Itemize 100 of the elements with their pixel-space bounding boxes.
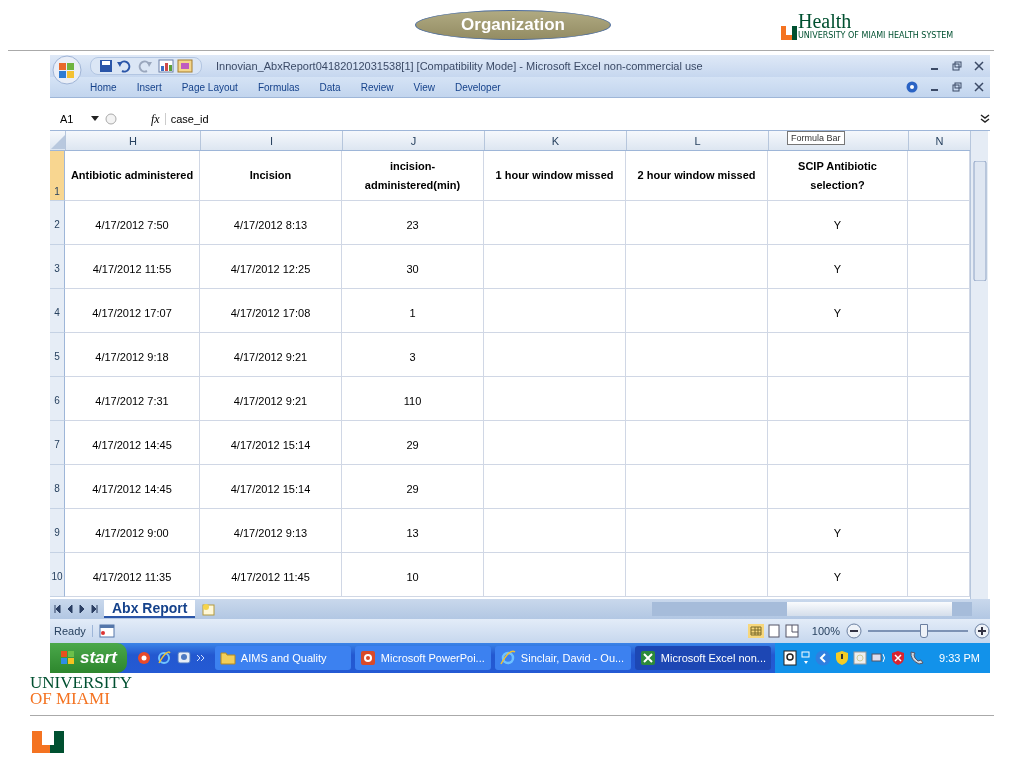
browser-icon xyxy=(499,650,516,666)
column-header[interactable]: J xyxy=(342,131,484,150)
horizontal-scrollbar[interactable] xyxy=(652,602,972,616)
table-cell: 4/17/2012 17:07 xyxy=(65,289,200,333)
fx-button[interactable]: fx xyxy=(151,111,160,127)
dropdown-arrow-icon[interactable] xyxy=(91,116,99,122)
row-header[interactable]: 5 xyxy=(50,333,65,377)
desktop-icon[interactable] xyxy=(176,651,191,665)
clock: 9:33 PM xyxy=(939,652,980,664)
logo-text: Health xyxy=(798,10,852,31)
row-header[interactable]: 1 xyxy=(50,151,65,201)
table-cell: 4/17/2012 7:50 xyxy=(65,201,200,245)
restore-icon[interactable] xyxy=(952,61,962,71)
table-cell: 4/17/2012 11:45 xyxy=(200,553,342,597)
sheet-tab[interactable]: Abx Report xyxy=(104,600,196,618)
picture-frame-icon[interactable] xyxy=(177,59,193,73)
header-cell: Incision xyxy=(200,151,342,201)
taskbar-button[interactable]: Sinclair, David - Ou... xyxy=(494,646,631,670)
sheet-nav-icon[interactable] xyxy=(54,604,98,614)
slider-thumb[interactable] xyxy=(920,624,928,638)
ribbon-tab[interactable]: View xyxy=(413,81,435,93)
ribbon-tab[interactable]: Data xyxy=(319,81,341,93)
expand-icon[interactable] xyxy=(980,114,990,124)
table-cell: 4/17/2012 9:21 xyxy=(200,333,342,377)
status-text: Ready xyxy=(54,625,93,637)
table-cell: Y xyxy=(768,289,908,333)
table-cell: 13 xyxy=(342,509,484,553)
table-cell: 4/17/2012 17:08 xyxy=(200,289,342,333)
ribbon-tab[interactable]: Review xyxy=(360,81,394,93)
scroll-thumb-icon[interactable] xyxy=(972,161,987,281)
browser-icon[interactable] xyxy=(156,651,171,665)
scroll-thumb[interactable] xyxy=(787,602,952,616)
page-break-view-icon[interactable] xyxy=(783,624,800,638)
windows-flag-icon xyxy=(60,650,76,666)
save-icon[interactable] xyxy=(99,59,113,73)
u-logo-icon xyxy=(781,25,797,40)
table-cell: 29 xyxy=(342,421,484,465)
page-layout-view-icon[interactable] xyxy=(765,624,782,638)
table-cell: Y xyxy=(768,509,908,553)
taskbar-button[interactable]: Microsoft PowerPoi... xyxy=(354,646,491,670)
row-header[interactable]: 4 xyxy=(50,289,65,333)
column-header[interactable]: H xyxy=(65,131,200,150)
table-cell: Y xyxy=(768,201,908,245)
table-cell: 4/17/2012 14:45 xyxy=(65,421,200,465)
network-icon[interactable] xyxy=(871,651,888,665)
header-cell: 2 hour window missed xyxy=(626,151,768,201)
zoom-in-icon[interactable] xyxy=(974,623,990,639)
taskbar-button[interactable]: AIMS and Quality xyxy=(214,646,351,670)
header-cell: 1 hour window missed xyxy=(484,151,626,201)
row-header[interactable]: 8 xyxy=(50,465,65,509)
table-cell: 4/17/2012 7:31 xyxy=(65,377,200,421)
slide-title: Organization xyxy=(415,10,611,40)
row-header[interactable]: 10 xyxy=(50,553,65,597)
ribbon-tab[interactable]: Formulas xyxy=(257,81,300,93)
scroll-knob-icon xyxy=(104,112,118,126)
table-cell: 110 xyxy=(342,377,484,421)
row-header[interactable]: 2 xyxy=(50,201,65,245)
column-header[interactable]: L xyxy=(626,131,768,150)
taskbar-button[interactable]: Microsoft Excel non... xyxy=(634,646,771,670)
row-header[interactable]: 6 xyxy=(50,377,65,421)
vertical-scrollbar[interactable] xyxy=(970,131,988,599)
chevron-icon[interactable] xyxy=(196,654,205,662)
phone-icon[interactable] xyxy=(909,650,926,666)
normal-view-icon[interactable] xyxy=(747,624,764,638)
security-shield-icon[interactable] xyxy=(891,650,906,666)
restore-icon[interactable] xyxy=(952,82,962,92)
header-cell: Antibiotic administered xyxy=(65,151,200,201)
row-header[interactable]: 3 xyxy=(50,245,65,289)
close-icon[interactable] xyxy=(974,82,984,92)
zoom-out-icon[interactable] xyxy=(846,623,862,639)
window-title: Innovian_AbxReport04182012031538[1] [Compatibility Mode] - Microsoft Excel non-commercial use xyxy=(216,60,704,72)
presentation-app-icon xyxy=(359,650,376,666)
table-cell: 10 xyxy=(342,553,484,597)
name-box[interactable]: A1 xyxy=(56,113,86,125)
formula-field[interactable]: case_id xyxy=(164,113,975,125)
row-header[interactable]: 9 xyxy=(50,509,65,553)
ribbon-tab[interactable]: Page Layout xyxy=(181,81,238,93)
table-cell: 3 xyxy=(342,333,484,377)
table-cell: 4/17/2012 11:35 xyxy=(65,553,200,597)
column-header[interactable]: I xyxy=(200,131,342,150)
zoom-level[interactable]: 100% xyxy=(811,625,840,637)
close-icon[interactable] xyxy=(974,61,984,71)
ribbon-tab[interactable]: Home xyxy=(90,81,117,93)
start-button[interactable]: start xyxy=(50,643,127,673)
column-header[interactable]: K xyxy=(484,131,626,150)
macro-record-icon[interactable] xyxy=(98,624,115,638)
ribbon-tab[interactable]: Insert xyxy=(136,81,162,93)
table-cell: Y xyxy=(768,245,908,289)
table-cell: 30 xyxy=(342,245,484,289)
university-name: UNIVERSITY xyxy=(30,675,133,691)
table-cell: 23 xyxy=(342,201,484,245)
table-cell: 4/17/2012 9:13 xyxy=(200,509,342,553)
table-cell: 4/17/2012 8:13 xyxy=(200,201,342,245)
spreadsheet-app-icon xyxy=(639,650,656,666)
tooltip: Formula Bar xyxy=(787,131,845,145)
chart-icon[interactable] xyxy=(158,59,174,73)
ribbon-tab[interactable]: Developer xyxy=(455,81,501,93)
row-header[interactable]: 7 xyxy=(50,421,65,465)
table-cell: 4/17/2012 9:00 xyxy=(65,509,200,553)
shield-icon[interactable] xyxy=(835,650,850,666)
